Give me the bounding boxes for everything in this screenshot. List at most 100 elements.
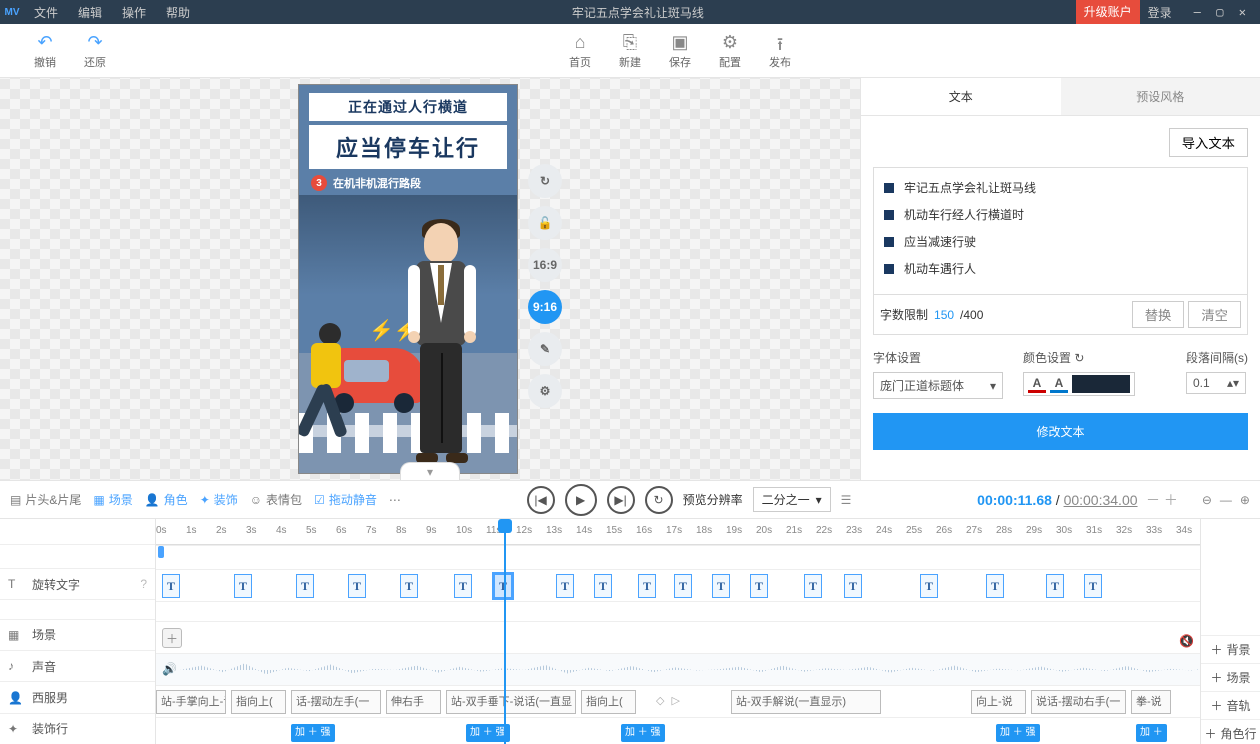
animation-clip[interactable]: 拳-说 [1131, 690, 1171, 714]
track-audio[interactable]: 🔊🔇 [156, 653, 1260, 685]
panel-pull-handle[interactable]: ▾ [400, 462, 460, 480]
waveform[interactable] [180, 659, 1256, 681]
home-button[interactable]: ⌂首页 [555, 28, 605, 74]
save-button[interactable]: ▣保存 [655, 28, 705, 74]
ratio-916-button[interactable]: 9:16 [528, 290, 562, 324]
close-button[interactable]: ✕ [1233, 5, 1252, 19]
toggle-headtail[interactable]: ▤片头&片尾 [10, 491, 81, 508]
decor-chip[interactable]: 加 ＋ 强 [996, 724, 1040, 742]
ratio-select[interactable]: 二分之一▾ [753, 487, 831, 512]
animation-clip[interactable]: 站-手掌向上-说话(一直显 [156, 690, 226, 714]
text-keyframe[interactable]: T [674, 574, 692, 598]
canvas-area[interactable]: 正在通过人行横道 应当停车让行 3在机非机混行路段 ⚡⚡ ↻ [0, 78, 860, 480]
tab-preset[interactable]: 预设风格 [1061, 78, 1260, 115]
track-label-deco[interactable]: ✦装饰行 [0, 713, 155, 744]
animation-clip[interactable]: 向上-说 [971, 690, 1026, 714]
text-keyframe[interactable]: T [844, 574, 862, 598]
playhead[interactable] [504, 519, 506, 744]
decor-chip[interactable]: 加 ＋ 强 [291, 724, 335, 742]
font-select[interactable]: 庞门正道标题体▾ [873, 372, 1003, 399]
track-label-audio[interactable]: ♪声音 [0, 650, 155, 681]
layers-icon[interactable]: ☰ [841, 493, 852, 507]
mute-icon[interactable]: 🔇 [1179, 634, 1194, 648]
text-keyframe[interactable]: T [296, 574, 314, 598]
settings-button[interactable]: ⚙ [528, 374, 562, 408]
animation-clip[interactable]: 话-摆动左手(一 [291, 690, 381, 714]
replace-button[interactable]: 替换 [1132, 301, 1185, 328]
animation-clip[interactable]: 伸右手 [386, 690, 441, 714]
clear-button[interactable]: 清空 [1188, 301, 1241, 328]
animation-clip[interactable]: 指向上( [581, 690, 636, 714]
time-ruler[interactable]: 0s1s2s3s4s5s6s7s8s9s10s11s12s13s14s15s16… [156, 519, 1260, 545]
loop-button[interactable]: ↻ [645, 486, 673, 514]
minimize-button[interactable]: — [1188, 5, 1207, 19]
add-scene-button[interactable]: ＋ [162, 628, 182, 648]
script-line[interactable]: 应当减速行驶 [880, 228, 1241, 255]
script-line[interactable]: 机动车遇行人 [880, 255, 1241, 282]
toggle-role[interactable]: 👤角色 [145, 491, 188, 508]
text-keyframe[interactable]: T [400, 574, 418, 598]
animation-clip[interactable]: 站-双手垂下-说话(一直显 [446, 690, 576, 714]
text-keyframe[interactable]: T [750, 574, 768, 598]
play-button[interactable]: ▶ [565, 484, 597, 516]
text-keyframe[interactable]: T [162, 574, 180, 598]
zoom-controls[interactable]: ⊖—⊕ [1202, 493, 1250, 507]
animation-clip[interactable]: 站-双手解说(一直显示) [731, 690, 881, 714]
text-keyframe[interactable]: T [712, 574, 730, 598]
menu-file[interactable]: 文件 [24, 4, 68, 21]
edit-button[interactable]: ✎ [528, 332, 562, 366]
script-line[interactable]: 机动车行经人行横道时 [880, 201, 1241, 228]
modify-text-button[interactable]: 修改文本 [873, 413, 1248, 450]
script-line[interactable]: 牢记五点学会礼让斑马线 [880, 174, 1241, 201]
decor-chip[interactable]: 加 ＋ 强 [621, 724, 665, 742]
speaker-icon[interactable]: 🔊 [162, 662, 177, 676]
track-text[interactable]: TTTTTTTTTTTTTTTTTTT [156, 569, 1260, 601]
color-picker[interactable]: AA [1023, 372, 1135, 396]
text-keyframe[interactable]: T [494, 574, 512, 598]
ratio-169-button[interactable]: 16:9 [528, 248, 562, 282]
rotate-button[interactable]: ↻ [528, 164, 562, 198]
text-keyframe[interactable]: T [454, 574, 472, 598]
add-scene-track-button[interactable]: ＋ 场景 [1201, 663, 1260, 691]
text-keyframe[interactable]: T [638, 574, 656, 598]
stage-preview[interactable]: 正在通过人行横道 应当停车让行 3在机非机混行路段 ⚡⚡ [298, 84, 518, 474]
paragraph-gap-input[interactable]: 0.1▴▾ [1186, 372, 1246, 394]
menu-action[interactable]: 操作 [112, 4, 156, 21]
prev-button[interactable]: |◀ [527, 486, 555, 514]
timeline-tracks[interactable]: 0s1s2s3s4s5s6s7s8s9s10s11s12s13s14s15s16… [156, 519, 1260, 744]
track-scene[interactable]: ＋ [156, 621, 1260, 653]
text-keyframe[interactable]: T [594, 574, 612, 598]
import-text-button[interactable]: 导入文本 [1169, 128, 1248, 157]
text-keyframe[interactable]: T [1046, 574, 1064, 598]
toggle-scene[interactable]: ▦场景 [93, 491, 132, 508]
next-button[interactable]: ▶| [607, 486, 635, 514]
new-button[interactable]: ⎘新建 [605, 28, 655, 74]
login-button[interactable]: 登录 [1140, 4, 1180, 21]
text-keyframe[interactable]: T [920, 574, 938, 598]
animation-clip[interactable]: 指向上( [231, 690, 286, 714]
redo-button[interactable]: ↷还原 [70, 28, 120, 74]
add-audio-track-button[interactable]: ＋ 音轨 [1201, 691, 1260, 719]
color-swatch[interactable] [1072, 375, 1130, 393]
zoom-in-icon[interactable]: ⊕ [1240, 493, 1250, 507]
track-deco[interactable]: 加 ＋ 强加 ＋ 强加 ＋ 强加 ＋ 强加 ＋ [156, 717, 1260, 744]
text-keyframe[interactable]: T [1084, 574, 1102, 598]
script-list[interactable]: 牢记五点学会礼让斑马线 机动车行经人行横道时 应当减速行驶 机动车遇行人 [873, 167, 1248, 295]
add-role-track-button[interactable]: ＋ 角色行 [1201, 719, 1260, 744]
track-label-suit[interactable]: 👤西服男 [0, 681, 155, 712]
upgrade-button[interactable]: 升级账户 [1076, 0, 1140, 24]
track-label-scene[interactable]: ▦场景 [0, 619, 155, 650]
tab-text[interactable]: 文本 [861, 78, 1061, 115]
toggle-emoji[interactable]: ☺表情包 [250, 491, 302, 508]
text-keyframe[interactable]: T [556, 574, 574, 598]
animation-clip[interactable]: 说话-摆动右手(一 [1031, 690, 1126, 714]
toggle-decor[interactable]: ✦装饰 [200, 491, 238, 508]
undo-button[interactable]: ↶撤销 [20, 28, 70, 74]
text-keyframe[interactable]: T [348, 574, 366, 598]
add-bg-button[interactable]: ＋ 背景 [1201, 635, 1260, 663]
config-button[interactable]: ⚙配置 [705, 28, 755, 74]
track-suit[interactable]: 站-手掌向上-说话(一直显指向上(话-摆动左手(一伸右手站-双手垂下-说话(一直… [156, 685, 1260, 717]
menu-edit[interactable]: 编辑 [68, 4, 112, 21]
zoom-out-icon[interactable]: ⊖ [1202, 493, 1212, 507]
decor-chip[interactable]: 加 ＋ [1136, 724, 1167, 742]
